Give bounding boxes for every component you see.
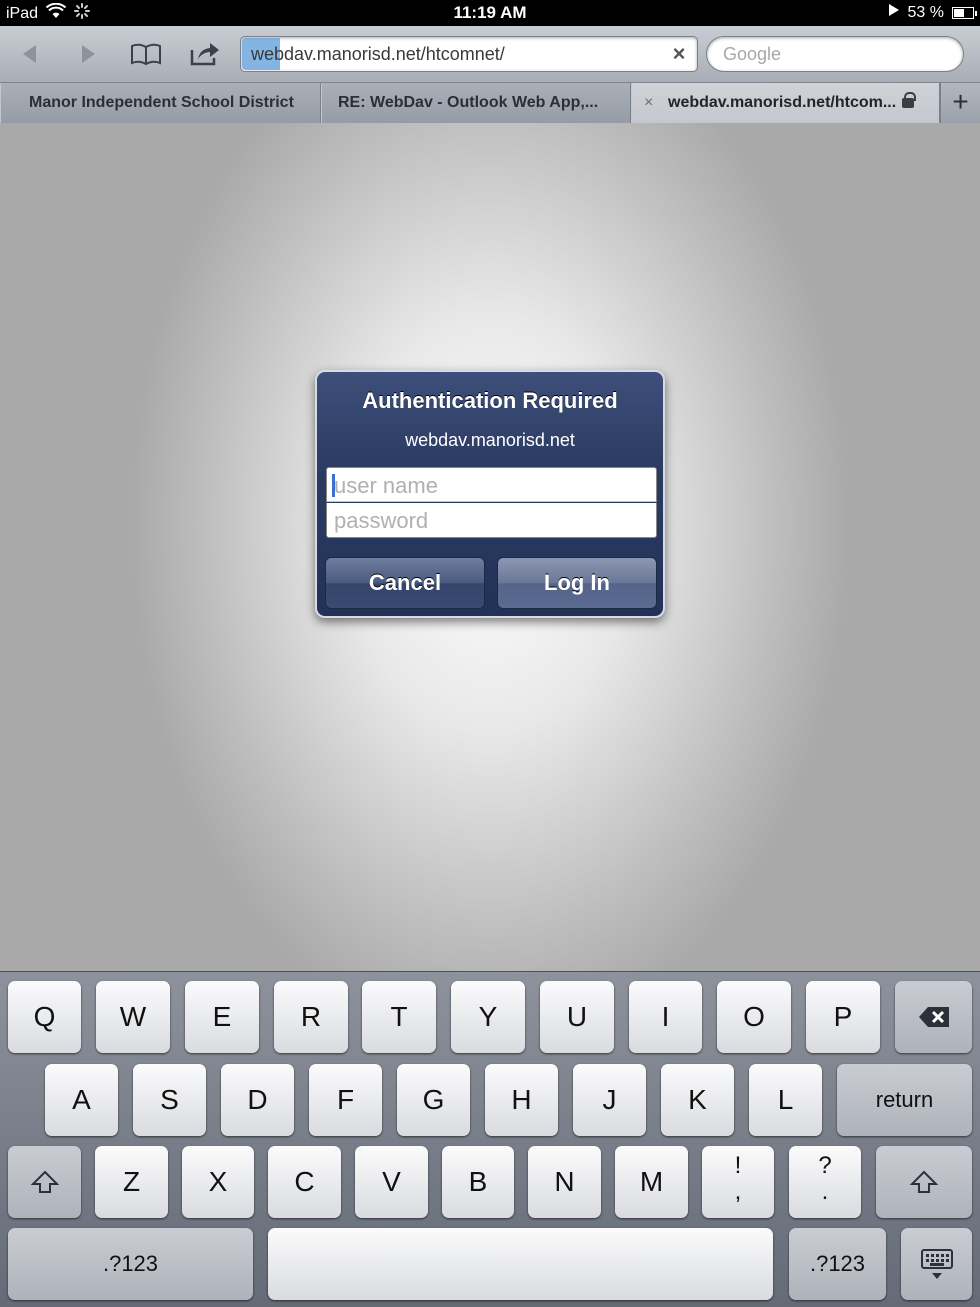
authentication-dialog: Authentication Required webdav.manorisd.… [315, 370, 665, 618]
key-bottom-char: . [821, 1178, 829, 1205]
url-text: webdav.manorisd.net/htcomnet/ [251, 43, 505, 64]
tab-label: RE: WebDav - Outlook Web App,... [338, 94, 599, 111]
tab-bar: Manor Independent School District RE: We… [0, 83, 980, 123]
key-s[interactable]: S [133, 1064, 206, 1136]
key-question-period[interactable]: ? . [789, 1146, 861, 1218]
lock-icon [902, 92, 917, 108]
numbers-key-left[interactable]: .?123 [8, 1228, 253, 1300]
tab-manor-isd[interactable]: Manor Independent School District [0, 83, 321, 123]
battery-level-fill [954, 8, 964, 17]
key-k[interactable]: K [661, 1064, 734, 1136]
key-v[interactable]: V [355, 1146, 428, 1218]
location-arrow-icon [888, 3, 900, 22]
key-u[interactable]: U [540, 981, 614, 1053]
search-field[interactable]: Google [706, 36, 964, 72]
key-top-char: ? [818, 1152, 832, 1179]
status-bar: iPad 11:19 AM 53 % [0, 0, 980, 26]
key-b[interactable]: B [442, 1146, 514, 1218]
tab-close-icon[interactable]: × [644, 83, 662, 123]
key-exclamation-comma[interactable]: ! , [702, 1146, 774, 1218]
key-w[interactable]: W [96, 981, 170, 1053]
new-tab-button[interactable]: + [940, 83, 980, 123]
forward-arrow-icon[interactable] [70, 38, 106, 70]
tab-label: webdav.manorisd.net/htcom... [668, 94, 897, 111]
shift-key-left[interactable] [8, 1146, 81, 1218]
backspace-key[interactable] [895, 981, 972, 1053]
key-a[interactable]: A [45, 1064, 118, 1136]
back-arrow-icon[interactable] [12, 38, 48, 70]
backspace-icon [918, 1007, 949, 1027]
hide-keyboard-key[interactable] [901, 1228, 972, 1300]
clock: 11:19 AM [453, 3, 527, 22]
url-field[interactable]: webdav.manorisd.net/htcomnet/ × [240, 36, 698, 72]
share-arrow-icon[interactable] [187, 38, 223, 70]
cancel-button[interactable]: Cancel [325, 557, 485, 609]
key-t[interactable]: T [362, 981, 436, 1053]
key-c[interactable]: C [268, 1146, 341, 1218]
key-n[interactable]: N [528, 1146, 601, 1218]
username-placeholder: user name [334, 473, 438, 498]
key-bottom-char: , [734, 1178, 742, 1205]
space-bar[interactable] [268, 1228, 773, 1300]
username-field[interactable]: user name [326, 467, 657, 502]
shift-key-right[interactable] [876, 1146, 972, 1218]
battery-icon [952, 6, 977, 19]
clear-x-icon[interactable]: × [667, 42, 691, 66]
keyboard-dismiss-icon [920, 1249, 953, 1279]
shift-arrow-icon [909, 1170, 939, 1193]
key-d[interactable]: D [221, 1064, 294, 1136]
key-h[interactable]: H [485, 1064, 558, 1136]
dialog-host: webdav.manorisd.net [405, 430, 575, 450]
tab-outlook-web-app[interactable]: RE: WebDav - Outlook Web App,... [321, 83, 631, 123]
key-y[interactable]: Y [451, 981, 525, 1053]
key-p[interactable]: P [806, 981, 880, 1053]
key-m[interactable]: M [615, 1146, 688, 1218]
password-field[interactable]: password [326, 503, 657, 538]
key-f[interactable]: F [309, 1064, 382, 1136]
password-placeholder: password [334, 508, 429, 533]
key-l[interactable]: L [749, 1064, 822, 1136]
key-i[interactable]: I [629, 981, 702, 1053]
key-e[interactable]: E [185, 981, 259, 1053]
key-x[interactable]: X [182, 1146, 254, 1218]
dialog-title: Authentication Required [362, 388, 618, 413]
numbers-key-right[interactable]: .?123 [789, 1228, 886, 1300]
bookmarks-book-icon[interactable] [128, 38, 164, 70]
text-cursor [332, 474, 335, 497]
key-top-char: ! [734, 1152, 742, 1179]
browser-toolbar: webdav.manorisd.net/htcomnet/ × Google [0, 26, 980, 83]
key-o[interactable]: O [717, 981, 791, 1053]
battery-percent: 53 % [907, 3, 944, 21]
status-right: 53 % [888, 3, 977, 22]
key-g[interactable]: G [397, 1064, 470, 1136]
shift-arrow-icon [30, 1170, 59, 1193]
tab-label: Manor Independent School District [29, 94, 294, 111]
key-j[interactable]: J [573, 1064, 646, 1136]
return-key[interactable]: return [837, 1064, 972, 1136]
key-q[interactable]: Q [8, 981, 81, 1053]
login-button[interactable]: Log In [497, 557, 657, 609]
key-r[interactable]: R [274, 981, 348, 1053]
on-screen-keyboard: Q W E R T Y U I O P A S D F G H J K L re… [0, 971, 980, 1307]
tab-webdav[interactable]: × webdav.manorisd.net/htcom... [631, 83, 940, 123]
key-z[interactable]: Z [95, 1146, 168, 1218]
